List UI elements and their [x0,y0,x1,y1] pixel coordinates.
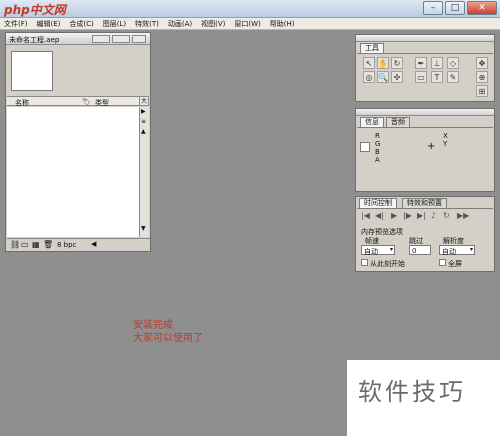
watermark-text: 软件技巧 [358,378,466,406]
time-control-panel: 时间控制 特效和预置 |◀ ◀| ▶ |▶ ▶| ♪ ↻ ▶▶ 内存预览选项 帧… [355,196,495,272]
world-axis-tool-icon[interactable]: ⊞ [476,85,488,97]
panel-maximize-button[interactable] [112,35,130,43]
menu-animation[interactable]: 动画(A) [164,18,197,29]
hand-tool-icon[interactable]: ✋ [377,57,389,69]
tools-panel-title-bar [356,35,494,42]
new-composition-icon[interactable]: ▦ [32,240,40,249]
scroll-left-icon[interactable]: ◀ [91,240,96,248]
menu-view[interactable]: 视图(V) [197,18,230,29]
close-button[interactable]: ✕ [467,1,497,15]
time-control-content: |◀ ◀| ▶ |▶ ▶| ♪ ↻ ▶▶ 内存预览选项 帧速 跳过 解析度 自动… [357,208,493,270]
pen-tool-icon[interactable]: ✒ [415,57,427,69]
orbit-camera-tool-icon[interactable]: ◎ [363,71,375,83]
tab-effects-presets[interactable]: 特效和预置 [402,198,447,208]
project-title: 未命名工程.aep [9,36,60,44]
color-swatch [360,142,370,152]
menu-bar: 文件(F) 编辑(E) 合成(C) 图层(L) 特效(T) 动画(A) 视图(V… [0,18,500,30]
menu-effect[interactable]: 特效(T) [131,18,164,29]
y-coord-label: Y [443,140,448,148]
project-panel-title-bar: 未命名工程.aep [6,33,150,45]
panel-close-button[interactable] [132,35,146,43]
tab-audio[interactable]: 音频 [386,117,410,127]
tools-panel: 工具 ↖ ✋ ↻ ◎ 🔍 ✣ ✒ ⊥ ◇ ▭ T ✎ ✥ ⊕ ⊞ [355,34,495,102]
menu-edit[interactable]: 编辑(E) [33,18,66,29]
rectangle-tool-icon[interactable]: ▭ [415,71,427,83]
minimize-button[interactable]: – [423,1,443,15]
maximize-button[interactable]: □ [445,1,465,15]
crosshair-icon: + [427,141,436,152]
rotate-tool-icon[interactable]: ↻ [391,57,403,69]
skip-value: 0 [412,247,417,255]
axis-tool-icon[interactable]: ✥ [476,57,488,69]
info-content: R G B A + X Y [357,127,493,190]
resolution-value: 自动 [442,248,456,256]
text-tool-icon[interactable]: T [431,71,443,83]
selection-tool-icon[interactable]: ↖ [363,57,375,69]
from-current-label: 从此刻开始 [370,260,405,268]
first-frame-icon[interactable]: |◀ [361,211,370,220]
new-folder-icon[interactable]: ▭ [21,240,29,249]
tab-time-control[interactable]: 时间控制 [359,198,397,208]
previous-frame-icon[interactable]: ◀| [375,211,384,220]
view-axis-tool-icon[interactable]: ⊕ [476,71,488,83]
frame-rate-select[interactable]: 自动 ▾ [361,245,395,256]
loop-icon[interactable]: ↻ [443,211,450,220]
arrow-down-icon[interactable]: ▼ [141,225,146,232]
last-frame-icon[interactable]: ▶| [417,211,426,220]
tools-tab[interactable]: 工具 [360,43,384,53]
install-message-line-2: 大家可以使用了 [133,333,203,344]
info-panel-title-bar [356,109,494,116]
chevron-down-icon: ▾ [389,246,393,253]
window-title-bar: php中文网 – □ ✕ [0,0,500,18]
project-column-header: 名称 🏷 类型 [7,96,139,107]
fullscreen-label: 全屏 [448,260,462,268]
audio-icon[interactable]: ♪ [431,211,436,220]
frame-rate-value: 自动 [364,248,378,256]
resolution-select[interactable]: 自动 ▾ [439,245,475,256]
tab-info[interactable]: 信息 [360,117,384,127]
skip-field[interactable]: 0 [409,245,431,255]
next-frame-icon[interactable]: |▶ [403,211,412,220]
project-panel: 未命名工程.aep 名称 🏷 类型 大 ▶ ≡ ▲ ▼ ⛓ ▭ ▦ 🗑 8 bp… [5,32,151,252]
fullscreen-checkbox[interactable] [439,259,446,266]
site-logo: php中文网 [4,3,66,17]
arrow-up-icon[interactable]: ▲ [141,128,146,135]
pan-behind-tool-icon[interactable]: ✣ [391,71,403,83]
arrow-right-icon[interactable]: ▶ [141,108,146,115]
sort-icon[interactable]: 大 [139,96,149,106]
x-coord-label: X [443,132,448,140]
menu-window[interactable]: 窗口(W) [230,18,265,29]
menu-layer[interactable]: 图层(L) [99,18,131,29]
zoom-tool-icon[interactable]: 🔍 [377,71,389,83]
from-current-checkbox[interactable] [361,259,368,266]
install-message: 安装完成 大家可以使用了 [133,319,203,345]
panel-minimize-button[interactable] [92,35,110,43]
channel-g-label: G [375,140,381,148]
chevron-down-icon: ▾ [469,246,473,253]
label-tag-icon: 🏷 [82,98,91,106]
trash-icon[interactable]: 🗑 [43,240,53,249]
info-panel: 信息 音频 R G B A + X Y [355,108,495,192]
bit-depth-button[interactable]: 8 bpc [57,241,76,249]
project-item-list[interactable] [7,107,139,237]
project-scrollbar[interactable]: ▶ ≡ ▲ ▼ [139,107,149,237]
play-icon[interactable]: ▶ [391,211,397,220]
paint-brush-tool-icon[interactable]: ✎ [447,71,459,83]
channel-a-label: A [375,156,380,164]
tools-grid: ↖ ✋ ↻ ◎ 🔍 ✣ ✒ ⊥ ◇ ▭ T ✎ ✥ ⊕ ⊞ [357,53,493,100]
clone-stamp-tool-icon[interactable]: ⊥ [431,57,443,69]
eraser-tool-icon[interactable]: ◇ [447,57,459,69]
menu-help[interactable]: 帮助(H) [266,18,300,29]
menu-file[interactable]: 文件(F) [0,18,33,29]
project-thumbnail [11,51,53,91]
interpret-footage-icon[interactable]: ⛓ [10,240,20,249]
menu-composition[interactable]: 合成(C) [65,18,98,29]
install-message-line-1: 安装完成 [133,320,173,331]
channel-b-label: B [375,148,380,156]
project-footer: ⛓ ▭ ▦ 🗑 8 bpc ◀ [7,238,150,250]
ram-preview-icon[interactable]: ▶▶ [457,211,469,220]
column-icon[interactable]: ≡ [141,118,146,125]
channel-r-label: R [375,132,380,140]
